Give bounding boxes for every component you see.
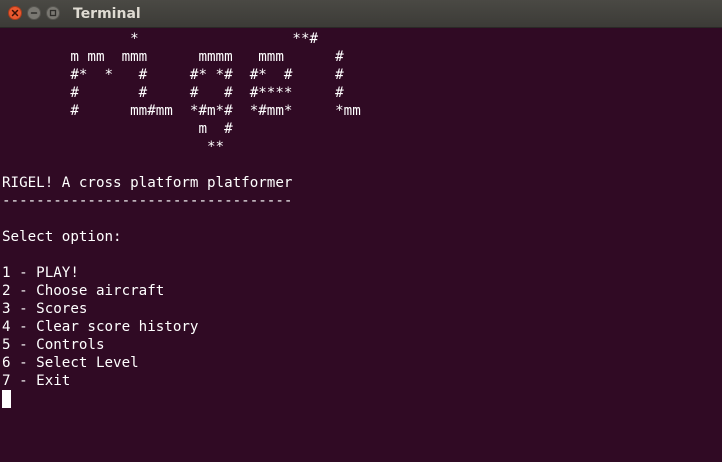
ascii-art-line: m # bbox=[2, 121, 233, 137]
close-button[interactable] bbox=[8, 6, 22, 20]
menu-option-clear-score-history: 4 - Clear score history bbox=[2, 319, 199, 335]
minimize-icon bbox=[30, 12, 38, 14]
window-title: Terminal bbox=[73, 6, 141, 22]
menu-option-select-level: 6 - Select Level bbox=[2, 355, 139, 371]
ascii-art-line: # # # # #**** # bbox=[2, 85, 344, 101]
minimize-button[interactable] bbox=[27, 6, 41, 20]
menu-option-controls: 5 - Controls bbox=[2, 337, 105, 353]
ascii-art-line: #* * # #* *# #* # # bbox=[2, 67, 344, 83]
title-bar[interactable]: Terminal bbox=[0, 0, 722, 28]
terminal-window: Terminal * **# m mm mmm mmmm mmm # #* * … bbox=[0, 0, 722, 462]
text-cursor[interactable] bbox=[2, 390, 11, 408]
select-prompt: Select option: bbox=[2, 229, 122, 245]
menu-option-choose-aircraft: 2 - Choose aircraft bbox=[2, 283, 165, 299]
divider-line: ---------------------------------- bbox=[2, 193, 293, 209]
menu-option-scores: 3 - Scores bbox=[2, 301, 88, 317]
ascii-art-line: ** bbox=[2, 139, 225, 155]
ascii-art-line: # mm#mm *#m*# *#mm* *mm bbox=[2, 103, 361, 119]
ascii-art-line: m mm mmm mmmm mmm # bbox=[2, 49, 344, 65]
game-heading: RIGEL! A cross platform platformer bbox=[2, 175, 293, 191]
terminal-output[interactable]: * **# m mm mmm mmmm mmm # #* * # #* *# #… bbox=[2, 30, 720, 460]
ascii-art-line: * **# bbox=[2, 31, 319, 47]
close-icon bbox=[11, 9, 19, 17]
menu-option-exit: 7 - Exit bbox=[2, 373, 71, 389]
maximize-button[interactable] bbox=[46, 6, 60, 20]
maximize-icon bbox=[49, 9, 57, 17]
menu-option-play: 1 - PLAY! bbox=[2, 265, 79, 281]
